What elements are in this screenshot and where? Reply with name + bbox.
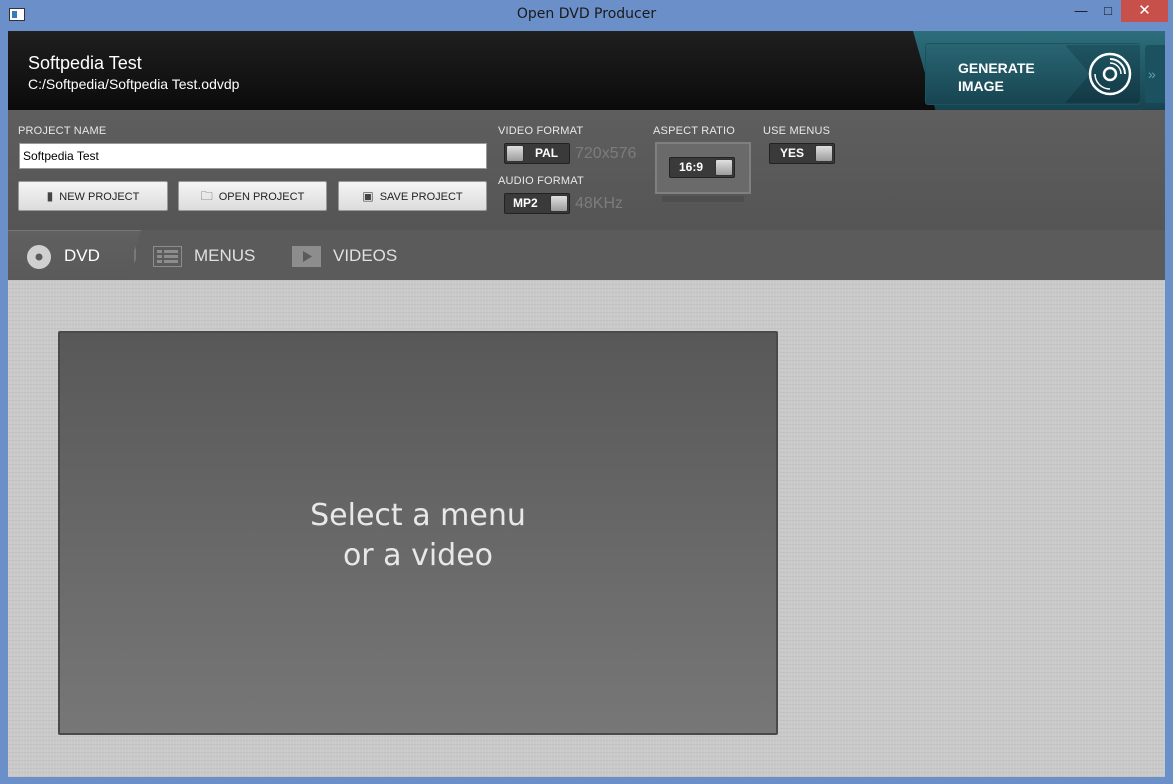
tab-bar: DVD MENUS VIDEOS xyxy=(8,230,1165,280)
close-button[interactable]: ✕ xyxy=(1121,0,1168,22)
aspect-ratio-label: ASPECT RATIO xyxy=(653,125,736,137)
open-project-button[interactable]: 🗀 OPEN PROJECT xyxy=(178,181,327,211)
tab-menus-label[interactable]: MENUS xyxy=(194,246,255,266)
tab-dvd-label: DVD xyxy=(64,246,100,265)
toggle-knob xyxy=(715,159,733,176)
toggle-knob xyxy=(506,145,524,162)
video-format-toggle[interactable]: PAL xyxy=(504,143,570,164)
title-bar: Open DVD Producer — □ ✕ xyxy=(0,0,1173,31)
video-format-label: VIDEO FORMAT xyxy=(498,125,584,137)
audio-rate: 48KHz xyxy=(575,195,624,212)
document-icon: ▮ xyxy=(46,189,54,203)
preview-message-line2: or a video xyxy=(342,538,494,573)
new-project-button[interactable]: ▮ NEW PROJECT xyxy=(18,181,168,211)
preview-message: Select a menu or a video xyxy=(60,496,776,576)
toggle-knob xyxy=(815,145,833,162)
save-icon: ▣ xyxy=(362,189,374,203)
aspect-ratio-value: 16:9 xyxy=(679,160,704,174)
save-project-label: SAVE PROJECT xyxy=(379,191,463,203)
save-project-button[interactable]: ▣ SAVE PROJECT xyxy=(338,181,487,211)
audio-format-value: MP2 xyxy=(513,196,538,210)
new-project-label: NEW PROJECT xyxy=(59,191,140,203)
generate-label-line1: GENERATE xyxy=(958,60,1035,76)
project-title: Softpedia Test xyxy=(28,53,142,73)
preview-message-line1: Select a menu xyxy=(310,498,526,533)
preview-panel: Select a menu or a video xyxy=(58,331,778,735)
disc-burn-icon xyxy=(1088,52,1132,96)
folder-icon: 🗀 xyxy=(200,189,213,203)
aspect-ratio-stand xyxy=(662,196,744,202)
audio-format-toggle[interactable]: MP2 xyxy=(504,193,570,214)
aspect-ratio-toggle[interactable]: 16:9 xyxy=(669,157,735,178)
toggle-knob xyxy=(550,195,568,212)
generate-label-line2: IMAGE xyxy=(958,78,1004,94)
open-project-label: OPEN PROJECT xyxy=(218,191,305,203)
client-area: Softpedia Test C:/Softpedia/Softpedia Te… xyxy=(8,31,1165,777)
app-window: Open DVD Producer — □ ✕ Softpedia Test C… xyxy=(0,0,1173,784)
video-format-value: PAL xyxy=(535,146,559,160)
maximize-button[interactable]: □ xyxy=(1095,0,1121,22)
use-menus-toggle[interactable]: YES xyxy=(769,143,835,164)
project-path: C:/Softpedia/Softpedia Test.odvdp xyxy=(28,76,240,92)
play-icon[interactable] xyxy=(292,246,321,267)
use-menus-value: YES xyxy=(780,146,805,160)
video-resolution: 720x576 xyxy=(575,145,637,162)
project-name-input[interactable] xyxy=(19,143,487,169)
tab-videos-label[interactable]: VIDEOS xyxy=(333,246,397,266)
window-title: Open DVD Producer xyxy=(516,6,657,22)
generate-image-label: GENERATE IMAGE xyxy=(958,59,1035,95)
audio-format-label: AUDIO FORMAT xyxy=(498,175,584,187)
content-area: Select a menu or a video xyxy=(8,280,1165,777)
expand-panel-button[interactable]: » xyxy=(1145,45,1165,103)
menu-list-icon[interactable] xyxy=(153,246,182,267)
minimize-button[interactable]: — xyxy=(1067,0,1095,22)
use-menus-label: USE MENUS xyxy=(763,125,831,137)
project-name-label: PROJECT NAME xyxy=(18,125,107,137)
disc-icon xyxy=(27,245,51,269)
